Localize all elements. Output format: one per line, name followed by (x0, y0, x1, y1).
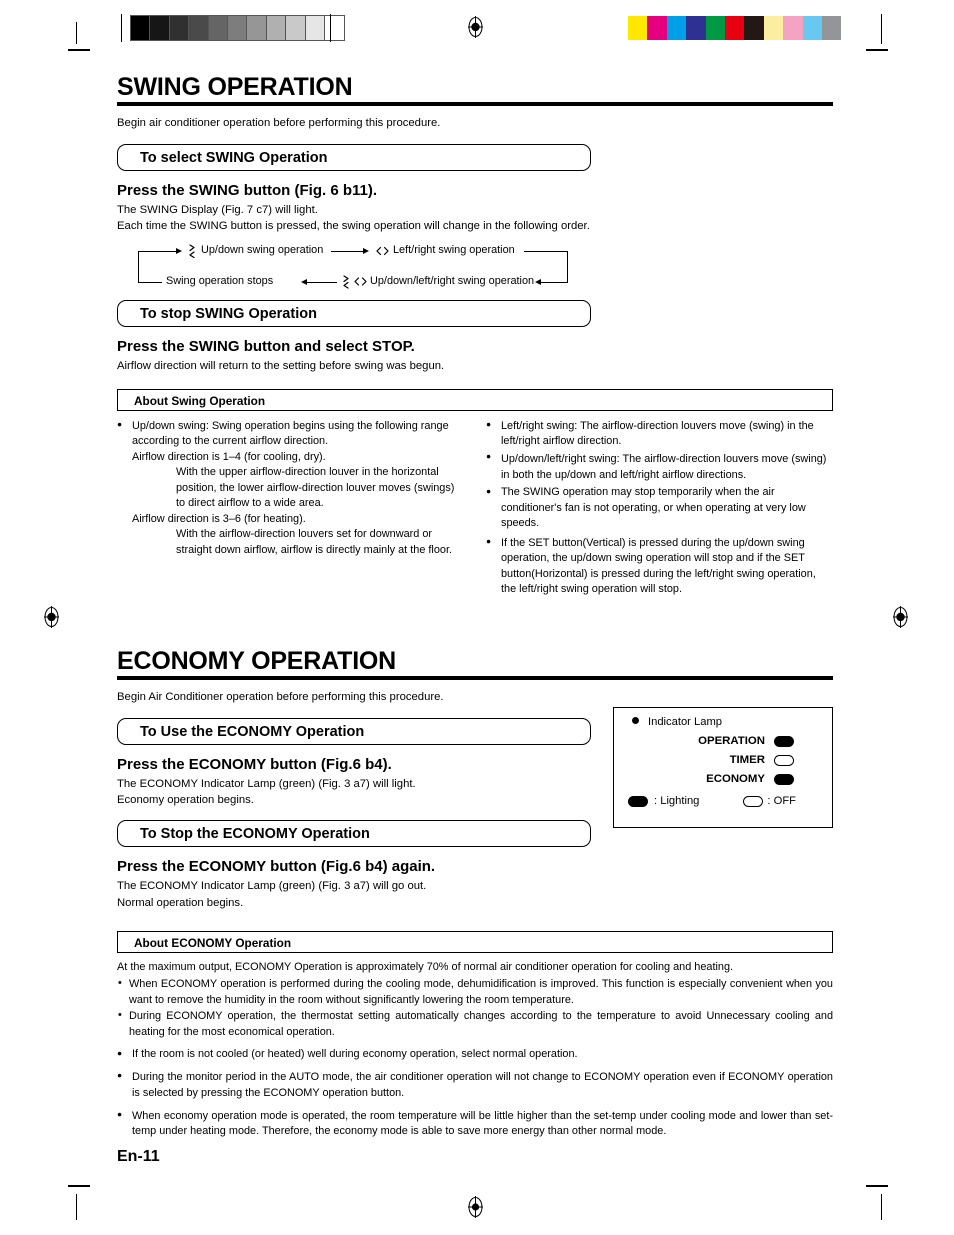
about-swing-line-cool-detail: With the upper airflow-direction louver … (176, 466, 455, 510)
flow-line-bottom-left-out (138, 282, 162, 284)
page-content: SWING OPERATION Begin air conditioner op… (0, 0, 954, 1235)
swing-select-pill[interactable]: To select SWING Operation (117, 143, 591, 171)
flow-line-mid-top (331, 251, 363, 253)
flow-line-right-vertical (567, 251, 568, 284)
list-item: If the room is not cooled (or heated) we… (117, 1047, 833, 1063)
lamp-row-economy: ECONOMY (614, 773, 832, 785)
about-economy-lead: At the maximum output, ECONOMY Operation… (117, 961, 734, 973)
list-item: If the SET button(Vertical) is pressed d… (486, 535, 833, 598)
swing-select-step-line2: Each time the SWING button is pressed, t… (117, 219, 590, 232)
about-swing-line-updown: Up/down swing: Swing operation begins us… (132, 419, 449, 448)
lamp-indicator-economy-icon (774, 773, 794, 785)
swing-select-step-line1: The SWING Display (Fig. 7 c7) will light… (117, 203, 318, 216)
swing-section-title: SWING OPERATION (117, 73, 353, 101)
flow-item2-label: Left/right swing operation (393, 244, 515, 257)
swing-stop-step-body: Airflow direction will return to the set… (117, 360, 445, 373)
swing-stop-step-heading: Press the SWING button and select STOP. (117, 338, 415, 356)
about-economy-notes: At the maximum output, ECONOMY Operation… (117, 960, 833, 1140)
lamp-indicator-timer-icon (774, 754, 794, 766)
lamp-row-timer: TIMER (614, 754, 832, 766)
lamp-row-operation: OPERATION (614, 735, 832, 747)
about-swing-right-column: Left/right swing: The airflow-direction … (486, 418, 833, 599)
indicator-lamp-title: Indicator Lamp (648, 716, 723, 728)
legend-lighting-label: : Lighting (654, 795, 700, 807)
list-item: Up/down/left/right swing: The airflow-di… (486, 450, 833, 485)
indicator-lamp-title-row: Indicator Lamp (614, 708, 832, 728)
about-economy-header: About ECONOMY Operation (117, 931, 833, 953)
economy-section-title: ECONOMY OPERATION (117, 647, 397, 675)
list-item: Up/down swing: Swing operation begins us… (117, 418, 464, 558)
flow-item1-label: Up/down swing operation (201, 244, 324, 257)
flow-line-bottom-mid (307, 282, 337, 284)
about-swing-right-list: Left/right swing: The airflow-direction … (486, 418, 833, 598)
flow-line-top-left-in (138, 251, 176, 253)
swing-title-rule (117, 102, 833, 107)
swing-stop-pill[interactable]: To stop SWING Operation (117, 300, 591, 328)
economy-stop-step-line2: Normal operation begins. (117, 896, 244, 909)
about-swing-line-range-heat: Airflow direction is 3–6 (for heating). (132, 512, 306, 525)
flow-line-bottom-right-in (541, 282, 568, 284)
legend-lamp-off-icon (743, 795, 764, 807)
swing-order-flow-diagram: Up/down swing operation Left/right swing… (138, 241, 568, 289)
lamp-label-timer: TIMER (729, 754, 765, 766)
economy-stop-pill[interactable]: To Stop the ECONOMY Operation (117, 820, 591, 848)
economy-stop-step-heading: Press the ECONOMY button (Fig.6 b4) agai… (117, 858, 436, 876)
list-item: When economy operation mode is operated,… (117, 1108, 833, 1141)
lamp-indicator-operation-icon (774, 735, 794, 747)
about-economy-dash-list: When ECONOMY operation is performed duri… (117, 976, 833, 1041)
flow-line-left-vertical (138, 251, 139, 284)
bullet-dot-icon (632, 717, 639, 724)
lamp-legend-row: : Lighting : OFF (614, 795, 832, 807)
leftright-swing-icon (376, 247, 389, 256)
economy-intro-text: Begin Air Conditioner operation before p… (117, 691, 444, 704)
about-swing-line-range-cool: Airflow direction is 1–4 (for cooling, d… (132, 450, 326, 463)
about-swing-left-list: Up/down swing: Swing operation begins us… (117, 418, 464, 558)
legend-off-label: : OFF (767, 795, 796, 807)
indicator-lamp-box: Indicator Lamp OPERATION TIMER ECONOMY :… (613, 707, 833, 828)
lamp-label-economy: ECONOMY (706, 773, 765, 785)
swing-intro-text: Begin air conditioner operation before p… (117, 117, 441, 130)
swing-select-step-heading: Press the SWING button (Fig. 6 b11). (117, 181, 378, 199)
flow-item4-label: Swing operation stops (166, 275, 274, 288)
updown-leftright-swing-icon (343, 275, 367, 289)
list-item: Left/right swing: The airflow-direction … (486, 418, 833, 450)
flow-arrow-1 (176, 248, 182, 255)
legend-lamp-on-icon (628, 795, 648, 807)
about-economy-bullet-list: If the room is not cooled (or heated) we… (117, 1047, 833, 1140)
about-swing-columns: Up/down swing: Swing operation begins us… (117, 418, 833, 599)
list-item: When ECONOMY operation is performed duri… (117, 976, 833, 1009)
about-swing-header: About Swing Operation (117, 388, 833, 411)
flow-item3-label: Up/down/left/right swing operation (370, 275, 535, 288)
list-item: During the monitor period in the AUTO mo… (117, 1069, 833, 1102)
page-number: En-11 (117, 1148, 160, 1165)
about-swing-line-heat-detail: With the airflow-direction louvers set f… (176, 528, 453, 556)
lamp-label-operation: OPERATION (698, 735, 765, 747)
swing-section: SWING OPERATION Begin air conditioner op… (117, 74, 833, 599)
about-swing-left-column: Up/down swing: Swing operation begins us… (117, 418, 464, 599)
flow-line-top-right-out (524, 251, 568, 253)
updown-swing-icon (189, 244, 195, 259)
list-item: During ECONOMY operation, the thermostat… (117, 1008, 833, 1041)
list-item: The SWING operation may stop temporarily… (486, 485, 833, 531)
economy-title-rule (117, 676, 833, 681)
flow-arrow-2 (363, 248, 369, 255)
economy-stop-step-line1: The ECONOMY Indicator Lamp (green) (Fig.… (117, 880, 427, 893)
economy-use-pill[interactable]: To Use the ECONOMY Operation (117, 717, 591, 745)
